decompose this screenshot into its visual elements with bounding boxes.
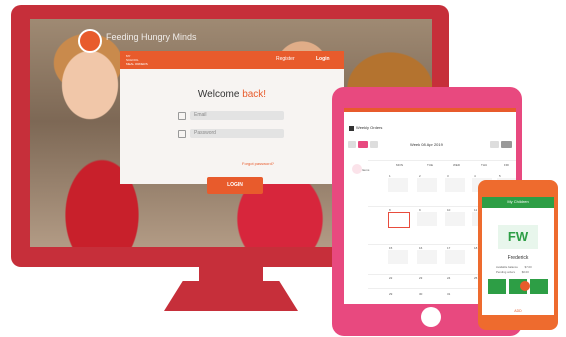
tablet-page-title: Weekly Orders <box>356 125 383 130</box>
today-button[interactable] <box>358 141 368 148</box>
forgot-password-link[interactable]: Forgot password? <box>242 161 274 166</box>
child-initials: FW <box>507 229 529 244</box>
day-header-fri: FRI <box>504 163 509 167</box>
order-cell[interactable] <box>417 212 437 226</box>
login-panel-header: MY SCHOOL MEAL ORDERS Register Login <box>120 51 344 69</box>
tablet-home-button[interactable] <box>421 307 441 327</box>
child-avatar <box>352 164 362 174</box>
week-label: Week 08 Apr 2019 <box>410 142 443 147</box>
day-header-mon: MON <box>396 163 403 167</box>
child-name: Frederick <box>507 255 529 261</box>
order-cell[interactable] <box>445 212 465 226</box>
view-toggle-week[interactable] <box>490 141 499 148</box>
date-29: 29 <box>389 292 393 296</box>
date-24: 24 <box>447 276 451 280</box>
tile-account[interactable] <box>530 279 548 294</box>
stat-2-value: $0.00 <box>521 270 529 274</box>
header-note: MY SCHOOL MEAL ORDERS <box>126 54 148 66</box>
tab-login[interactable]: Login <box>316 56 330 62</box>
login-button-label: LOGIN <box>227 182 243 188</box>
stat-1-label: Available balance <box>496 265 518 269</box>
date-25: 25 <box>474 276 478 280</box>
phone-screen: My Children FW Frederick Available balan… <box>482 197 554 315</box>
phone-header: My Children <box>482 197 554 208</box>
password-placeholder: Password <box>194 130 216 136</box>
tile-orders[interactable] <box>488 279 506 294</box>
order-cell[interactable] <box>417 250 437 264</box>
tab-register[interactable]: Register <box>276 56 295 62</box>
date-22: 22 <box>389 276 393 280</box>
order-cell-selected[interactable] <box>388 212 410 228</box>
email-field[interactable]: Email <box>190 111 284 120</box>
password-field[interactable]: Password <box>190 129 284 138</box>
order-cell[interactable] <box>445 250 465 264</box>
stat-1-value: $7.00 <box>524 265 532 269</box>
phone-header-title: My Children <box>507 199 529 204</box>
order-cell[interactable] <box>417 178 437 192</box>
order-cell[interactable] <box>388 178 408 192</box>
date-31: 31 <box>447 292 451 296</box>
login-panel: MY SCHOOL MEAL ORDERS Register Login Wel… <box>120 51 344 194</box>
date-18: 18 <box>474 246 478 250</box>
prev-button[interactable] <box>348 141 356 148</box>
date-23: 23 <box>419 276 423 280</box>
stat-2: Pending orders $0.00 <box>496 270 529 274</box>
order-cell[interactable] <box>445 178 465 192</box>
order-cell[interactable] <box>388 250 408 264</box>
day-header-wed: WED <box>453 163 460 167</box>
phone-bottom-link[interactable]: ADD <box>482 309 554 313</box>
stat-1: Available balance $7.00 <box>496 265 532 269</box>
filter-label: Items <box>362 168 370 172</box>
date-30: 30 <box>419 292 423 296</box>
email-placeholder: Email <box>194 112 207 118</box>
monitor-stand-neck <box>199 267 263 281</box>
child-initials-avatar: FW <box>498 225 538 249</box>
add-fab-button[interactable] <box>520 281 530 291</box>
next-button[interactable] <box>370 141 378 148</box>
day-header-thu: THU <box>481 163 488 167</box>
monitor-stand-base <box>164 281 298 311</box>
view-toggle-month[interactable] <box>501 141 512 148</box>
login-button[interactable]: LOGIN <box>207 177 263 194</box>
day-header-tue: TUE <box>427 163 433 167</box>
calendar-icon <box>349 126 354 131</box>
tablet-top-bar <box>344 108 516 112</box>
email-icon <box>178 112 186 120</box>
calendar-divider <box>368 160 516 161</box>
app-logo-icon[interactable] <box>78 29 102 53</box>
app-brand-name: Feeding Hungry Minds <box>106 32 197 42</box>
lock-icon <box>178 130 186 138</box>
login-form: Welcome back! Email Password Forgot pass… <box>120 69 344 194</box>
welcome-prefix: Welcome <box>197 89 240 100</box>
welcome-heading: Welcome back! <box>120 89 344 100</box>
welcome-accent: back! <box>242 89 267 100</box>
stat-2-label: Pending orders <box>496 270 515 274</box>
